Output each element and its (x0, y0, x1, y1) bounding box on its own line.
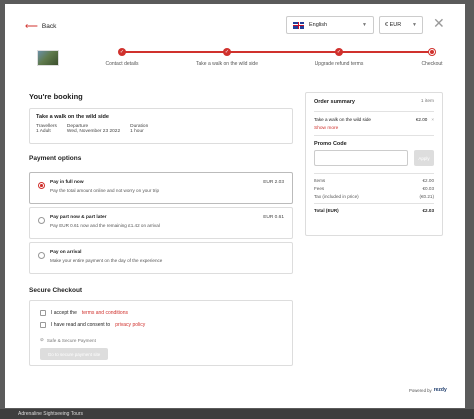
radio-button[interactable] (38, 182, 45, 189)
privacy-checkbox[interactable] (40, 322, 46, 328)
back-label: Back (41, 23, 57, 30)
language-select[interactable]: English ▼ (286, 16, 374, 34)
go-to-payment-button[interactable]: Go to secure payment site (40, 348, 108, 360)
tour-thumbnail (37, 50, 59, 66)
step-done-icon: ✓ (118, 48, 126, 56)
secure-payment-note: ⊘ Safe & Secure Payment (40, 337, 96, 343)
order-summary: Order summary 1 item Take a walk on the … (305, 92, 443, 236)
uk-flag-icon (293, 21, 304, 29)
payment-heading: Payment options (29, 155, 82, 162)
item-count: 1 item (420, 99, 434, 104)
progress-line (121, 51, 432, 53)
chevron-down-icon: ▼ (362, 22, 367, 28)
back-button[interactable]: ⟵ Back (25, 22, 56, 31)
terms-link[interactable]: terms and conditions (82, 310, 128, 316)
total-row: Total (EUR) €2.03 (314, 208, 434, 213)
terms-checkbox-row[interactable]: I accept the terms and conditions (40, 310, 128, 316)
currency-value: € EUR (385, 22, 402, 28)
step-label: Upgrade refund terms (314, 61, 364, 67)
privacy-checkbox-row[interactable]: I have read and consent to privacy polic… (40, 322, 145, 328)
close-icon[interactable]: ✕ (433, 16, 445, 30)
duration-info: Duration 1 hour (130, 124, 149, 134)
privacy-link[interactable]: privacy policy (115, 322, 145, 328)
powered-by: Powered by rezdy (409, 387, 447, 393)
arrow-left-icon: ⟵ (25, 21, 38, 31)
rezdy-logo: rezdy (433, 387, 447, 393)
step-label: Checkout (421, 61, 443, 67)
currency-select[interactable]: € EUR ▼ (379, 16, 423, 34)
fees-row: Fees €0.03 (314, 186, 434, 191)
payment-option-full[interactable]: Pay in full now Pay the total amount onl… (29, 172, 293, 204)
checkout-card: I accept the terms and conditions I have… (29, 300, 293, 366)
tour-card: Take a walk on the wild side Travellers … (29, 108, 293, 144)
payment-option-arrival[interactable]: Pay on arrival Make your entire payment … (29, 242, 293, 274)
promo-heading: Promo Code (314, 141, 347, 147)
background-page-text: Adrenaline Sightseeing Tours (0, 409, 474, 419)
radio-button[interactable] (38, 217, 45, 224)
travellers-info: Travellers 1 Adult (36, 124, 57, 134)
step-label: Take a walk on the wild side (196, 61, 258, 67)
payment-option-partial[interactable]: Pay part now & part later Pay EUR 0.61 n… (29, 207, 293, 239)
promo-code-input[interactable] (314, 150, 408, 166)
radio-button[interactable] (38, 252, 45, 259)
step-done-icon: ✓ (335, 48, 343, 56)
shield-icon: ⊘ (40, 337, 44, 342)
step-current-icon (428, 48, 436, 56)
remove-icon[interactable]: × (431, 117, 434, 122)
terms-checkbox[interactable] (40, 310, 46, 316)
step-label: Contact details (105, 61, 139, 67)
items-row: Items €2.00 (314, 178, 434, 183)
tour-title: Take a walk on the wild side (36, 114, 109, 120)
apply-button[interactable]: Apply (414, 150, 434, 166)
booking-modal: ⟵ Back English ▼ € EUR ▼ ✕ ✓ ✓ ✓ Contact… (5, 4, 465, 408)
language-value: English (309, 22, 328, 28)
tax-row: Tax (included in price) (€0.21) (314, 194, 434, 199)
page-title: You're booking (29, 92, 83, 101)
departure-info: Departure Wed, November 23 2022 (66, 124, 121, 134)
summary-item: Take a walk on the wild side €2.00 × (314, 117, 434, 122)
step-done-icon: ✓ (223, 48, 231, 56)
chevron-down-icon: ▼ (412, 22, 417, 28)
summary-heading: Order summary (314, 99, 355, 105)
checkout-heading: Secure Checkout (29, 287, 83, 294)
show-more-link[interactable]: Show more (314, 126, 434, 131)
